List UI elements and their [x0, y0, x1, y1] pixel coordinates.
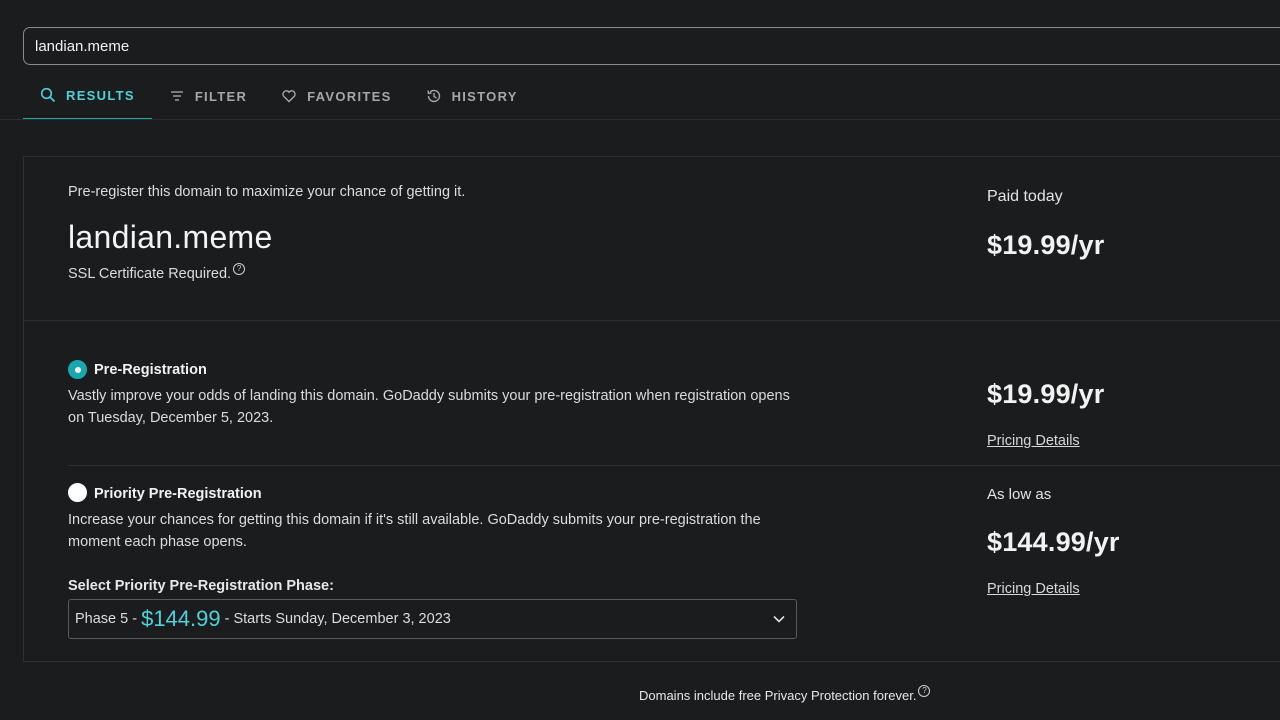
ssl-note-text: SSL Certificate Required. — [68, 266, 232, 282]
pre-registration-description: Vastly improve your odds of landing this… — [68, 388, 790, 426]
domain-card: Pre-register this domain to maximize you… — [23, 156, 1280, 662]
search-icon — [40, 87, 56, 103]
filter-icon — [170, 91, 183, 101]
privacy-note: Domains include free Privacy Protection … — [639, 685, 931, 703]
help-icon[interactable]: ? — [233, 263, 246, 275]
pre-registration-radio[interactable] — [68, 360, 87, 379]
tab-results-label: RESULTS — [66, 87, 135, 103]
help-icon[interactable]: ? — [918, 685, 931, 697]
paid-today-price: $19.99/yr — [987, 230, 1105, 260]
priority-pre-registration-radio[interactable] — [68, 483, 87, 502]
phase-select-suffix: - Starts Sunday, December 3, 2023 — [224, 611, 451, 627]
pre-registration-title: Pre-Registration — [94, 362, 207, 378]
priority-pre-registration-title: Priority Pre-Registration — [94, 486, 262, 502]
chevron-down-icon — [773, 615, 785, 623]
tab-results[interactable]: RESULTS — [23, 72, 152, 120]
domain-summary: Pre-register this domain to maximize you… — [24, 157, 1280, 321]
tab-favorites[interactable]: FAVORITES — [264, 72, 408, 120]
phase-select[interactable]: Phase 5 - $144.99 - Starts Sunday, Decem… — [68, 599, 797, 639]
pre-registration-price: $19.99/yr — [987, 379, 1105, 409]
tab-filter-label: FILTER — [194, 88, 248, 104]
priority-pricing-details-link[interactable]: Pricing Details — [987, 581, 1080, 597]
results-tabs: RESULTS FILTER FAVORITES HISTORY — [23, 72, 535, 120]
priority-pre-registration-description: Increase your chances for getting this d… — [68, 512, 761, 550]
phase-select-price: $144.99 — [141, 606, 221, 631]
option-divider — [68, 465, 1280, 466]
tab-history[interactable]: HISTORY — [409, 72, 535, 120]
priority-pre-registration-price: $144.99/yr — [987, 527, 1120, 557]
domain-title: landian.meme — [68, 219, 273, 255]
prereg-hint: Pre-register this domain to maximize you… — [68, 184, 466, 200]
phase-select-prefix: Phase 5 - — [75, 611, 138, 627]
history-icon — [426, 89, 440, 103]
tab-favorites-label: FAVORITES — [307, 88, 392, 104]
search-input[interactable]: landian.meme — [23, 27, 1280, 65]
as-low-as-label: As low as — [987, 486, 1052, 503]
pre-registration-pricing-details-link[interactable]: Pricing Details — [987, 433, 1080, 449]
phase-select-label: Select Priority Pre-Registration Phase: — [68, 578, 334, 594]
ssl-note: SSL Certificate Required. ? — [68, 263, 246, 282]
tabs-divider — [0, 119, 1280, 120]
search-input-value: landian.meme — [35, 37, 130, 55]
tab-filter[interactable]: FILTER — [152, 72, 264, 120]
privacy-note-text: Domains include free Privacy Protection … — [639, 688, 917, 703]
paid-today-label: Paid today — [987, 188, 1063, 205]
tab-history-label: HISTORY — [451, 88, 518, 104]
heart-icon — [282, 90, 296, 103]
